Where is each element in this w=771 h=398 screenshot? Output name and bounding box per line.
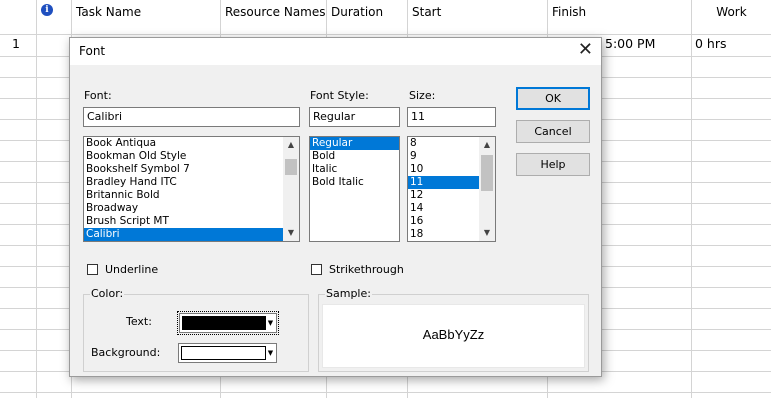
cancel-button[interactable]: Cancel: [516, 120, 590, 143]
scroll-thumb[interactable]: [285, 159, 297, 175]
font-label: Font:: [84, 89, 112, 102]
font-dialog: Font ✕ Font: Calibri Book Antiqua Bookman…: [69, 37, 602, 377]
row-work-cell[interactable]: 0 hrs: [695, 36, 727, 56]
font-size-field[interactable]: 11: [407, 107, 496, 127]
font-name-list[interactable]: Book Antiqua Bookman Old Style Bookshelf S…: [83, 136, 300, 242]
help-button[interactable]: Help: [516, 153, 590, 176]
font-name-field[interactable]: Calibri: [83, 107, 300, 127]
font-list-item[interactable]: Bookshelf Symbol 7: [84, 163, 299, 176]
chevron-down-icon[interactable]: ▼: [266, 315, 275, 331]
row-id[interactable]: 1: [12, 36, 20, 56]
text-color-label: Text:: [126, 315, 152, 328]
font-list-item[interactable]: Book Antiqua: [84, 137, 299, 150]
strikethrough-checkbox[interactable]: [311, 264, 322, 275]
close-icon[interactable]: ✕: [578, 40, 593, 60]
font-size-list[interactable]: 8 9 10 11 12 14 16 18 ▲ ▼: [407, 136, 496, 242]
scroll-down-icon[interactable]: ▼: [479, 225, 495, 241]
ok-button[interactable]: OK: [516, 87, 590, 110]
font-style-list-item[interactable]: Bold: [310, 150, 399, 163]
scroll-up-icon[interactable]: ▲: [479, 137, 495, 153]
dialog-titlebar[interactable]: Font ✕: [70, 38, 601, 65]
scroll-thumb[interactable]: [481, 155, 493, 191]
background-color-select[interactable]: ▼: [178, 343, 277, 363]
underline-label[interactable]: Underline: [105, 263, 158, 276]
info-icon[interactable]: i: [41, 4, 53, 16]
strikethrough-label[interactable]: Strikethrough: [329, 263, 404, 276]
size-list-scrollbar[interactable]: ▲ ▼: [479, 137, 495, 241]
background-color-label: Background:: [91, 346, 161, 359]
column-divider: [36, 0, 37, 398]
scroll-down-icon[interactable]: ▼: [283, 225, 299, 241]
column-header-work[interactable]: Work: [692, 0, 771, 34]
font-list-item[interactable]: Bradley Hand ITC: [84, 176, 299, 189]
column-header-task-name[interactable]: Task Name: [72, 0, 220, 34]
column-header-duration[interactable]: Duration: [327, 0, 407, 34]
column-header-finish[interactable]: Finish: [548, 0, 691, 34]
font-style-list-item[interactable]: Regular: [310, 137, 399, 150]
color-group-title: Color:: [90, 287, 125, 300]
font-style-field[interactable]: Regular: [309, 107, 400, 127]
scroll-up-icon[interactable]: ▲: [283, 137, 299, 153]
column-divider: [691, 0, 692, 398]
sample-group-title: Sample:: [325, 287, 372, 300]
size-label: Size:: [409, 89, 436, 102]
font-style-list[interactable]: Regular Bold Italic Bold Italic: [309, 136, 400, 242]
underline-checkbox[interactable]: [87, 264, 98, 275]
font-list-item[interactable]: Bookman Old Style: [84, 150, 299, 163]
text-color-swatch: [182, 316, 266, 330]
background-color-swatch: [181, 346, 266, 360]
column-header-resource-names[interactable]: Resource Names: [221, 0, 326, 34]
font-style-list-item[interactable]: Italic: [310, 163, 399, 176]
font-list-scrollbar[interactable]: ▲ ▼: [283, 137, 299, 241]
text-color-select[interactable]: ▼: [177, 311, 279, 335]
font-list-item[interactable]: Britannic Bold: [84, 189, 299, 202]
row-divider: [0, 392, 771, 393]
font-style-list-item[interactable]: Bold Italic: [310, 176, 399, 189]
chevron-down-icon[interactable]: ▼: [266, 345, 275, 361]
font-list-item[interactable]: Broadway: [84, 202, 299, 215]
dialog-title: Font: [79, 44, 106, 58]
font-style-label: Font Style:: [310, 89, 369, 102]
sample-preview: AaBbYyZz: [322, 304, 585, 368]
row-divider: [0, 34, 771, 35]
font-list-item[interactable]: Brush Script MT: [84, 215, 299, 228]
font-list-item[interactable]: Calibri: [84, 228, 299, 241]
sample-text: AaBbYyZz: [422, 327, 485, 342]
column-header-start[interactable]: Start: [408, 0, 547, 34]
row-finish-cell[interactable]: 5:00 PM: [605, 36, 655, 56]
